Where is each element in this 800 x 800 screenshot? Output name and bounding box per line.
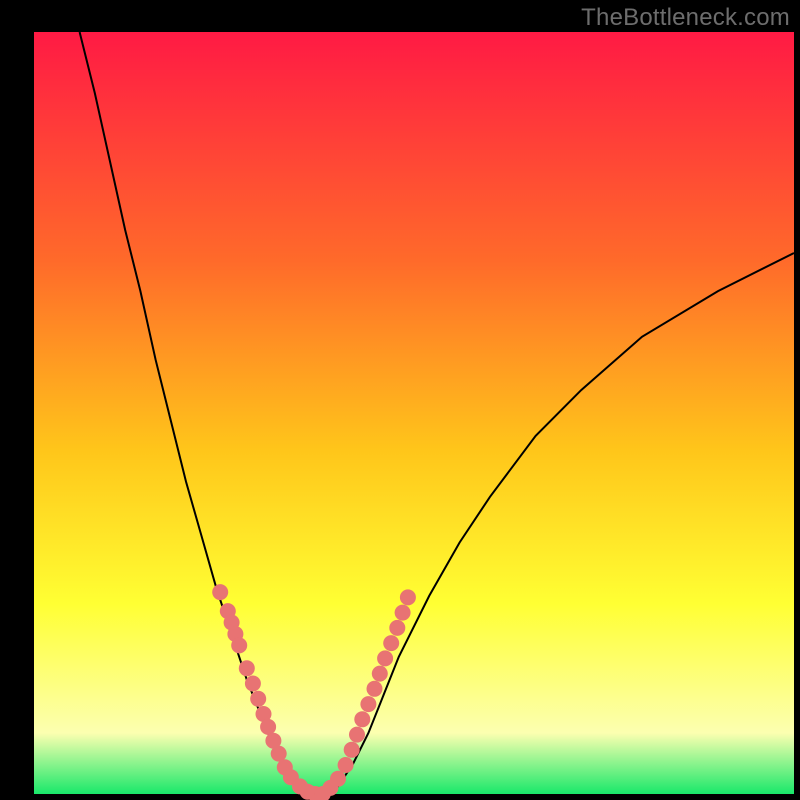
curve-dot	[344, 742, 360, 758]
curve-dot	[231, 637, 247, 653]
curve-dot	[360, 696, 376, 712]
curve-dot	[389, 620, 405, 636]
curve-dot	[250, 691, 266, 707]
curve-dot	[260, 719, 276, 735]
curve-dot	[367, 681, 383, 697]
curve-dot	[212, 584, 228, 600]
curve-dot	[395, 605, 411, 621]
curve-dot	[400, 589, 416, 605]
outer-frame: TheBottleneck.com	[0, 0, 800, 800]
bottleneck-chart	[0, 0, 800, 800]
curve-dot	[354, 711, 370, 727]
curve-dot	[271, 746, 287, 762]
watermark-text: TheBottleneck.com	[581, 4, 790, 32]
plot-background	[34, 32, 794, 794]
curve-dot	[330, 771, 346, 787]
curve-dot	[245, 676, 261, 692]
curve-dot	[349, 727, 365, 743]
curve-dot	[239, 660, 255, 676]
curve-dot	[338, 757, 354, 773]
curve-dot	[372, 666, 388, 682]
curve-dot	[377, 650, 393, 666]
curve-dot	[383, 635, 399, 651]
